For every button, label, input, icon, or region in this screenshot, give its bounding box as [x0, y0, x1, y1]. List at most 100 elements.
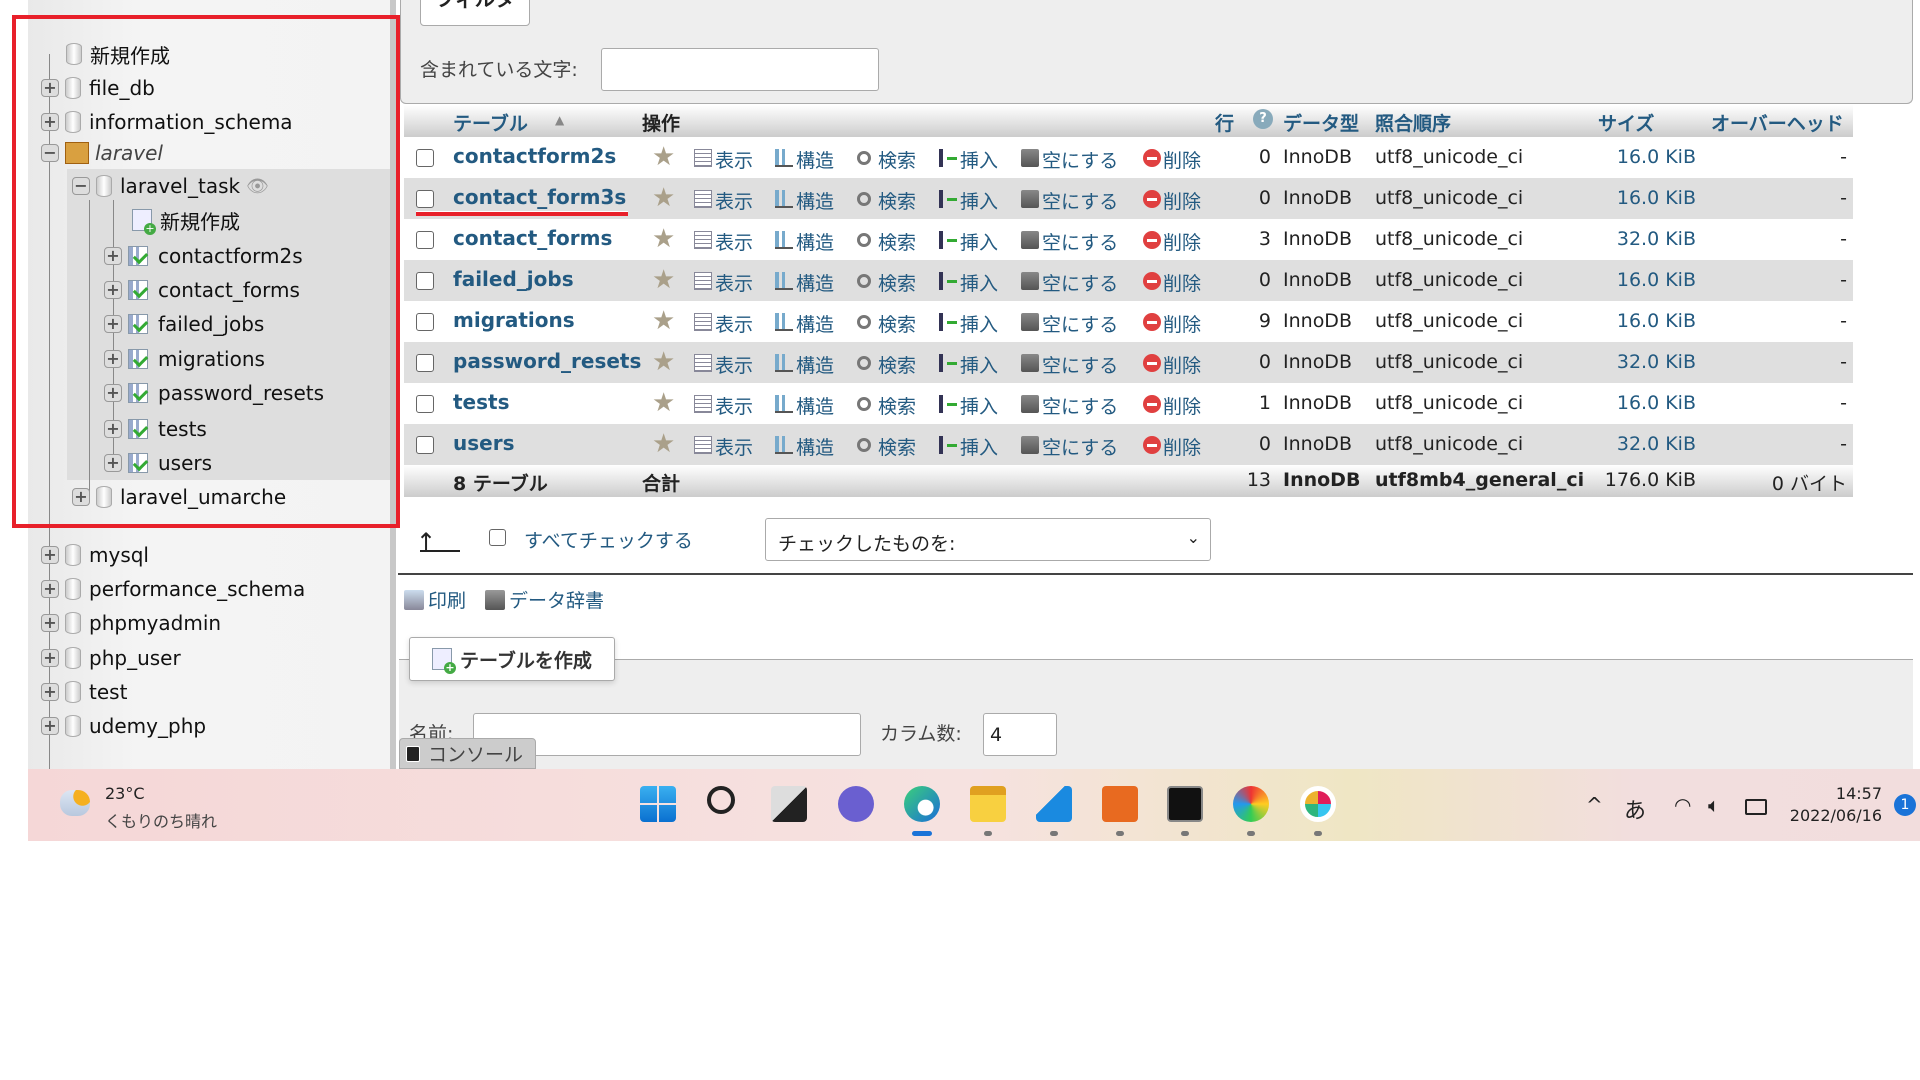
search-icon[interactable]	[857, 192, 871, 206]
insert-icon[interactable]	[939, 272, 957, 290]
star-icon[interactable]: ★	[652, 306, 675, 336]
size[interactable]: 16.0 KiB	[1617, 187, 1696, 209]
size[interactable]: 16.0 KiB	[1617, 269, 1696, 291]
insert-action[interactable]: 挿入	[960, 310, 998, 337]
search-action[interactable]: 検索	[878, 310, 916, 337]
header-rows[interactable]: 行	[1215, 109, 1234, 136]
header-type[interactable]: データ型	[1283, 109, 1359, 136]
browse-icon[interactable]	[694, 231, 712, 249]
empty-action[interactable]: 空にする	[1042, 351, 1118, 378]
structure-action[interactable]: 構造	[796, 187, 834, 214]
table-name-link[interactable]: users	[453, 431, 514, 455]
teams-chat-icon[interactable]	[838, 786, 874, 822]
weather-icon[interactable]	[60, 790, 90, 816]
browse-icon[interactable]	[694, 190, 712, 208]
drop-action[interactable]: 削除	[1163, 351, 1201, 378]
weather-temp[interactable]: 23°C	[105, 784, 145, 803]
size[interactable]: 16.0 KiB	[1617, 392, 1696, 414]
insert-icon[interactable]	[939, 231, 957, 249]
structure-icon[interactable]	[775, 436, 793, 454]
browse-action[interactable]: 表示	[715, 310, 753, 337]
empty-icon[interactable]	[1021, 190, 1039, 208]
create-table-button[interactable]: テーブルを作成	[409, 637, 615, 681]
drop-action[interactable]: 削除	[1163, 228, 1201, 255]
empty-action[interactable]: 空にする	[1042, 269, 1118, 296]
insert-action[interactable]: 挿入	[960, 351, 998, 378]
drop-icon[interactable]	[1143, 231, 1161, 249]
star-icon[interactable]: ★	[652, 265, 675, 295]
search-action[interactable]: 検索	[878, 228, 916, 255]
xampp-icon[interactable]	[1102, 786, 1138, 822]
columns-count-input[interactable]: 4	[983, 713, 1057, 756]
check-all-label[interactable]: すべてチェックする	[524, 526, 693, 553]
insert-action[interactable]: 挿入	[960, 269, 998, 296]
notification-badge[interactable]: 1	[1894, 794, 1916, 816]
search-icon[interactable]	[857, 438, 871, 452]
empty-icon[interactable]	[1021, 231, 1039, 249]
structure-icon[interactable]	[775, 395, 793, 413]
expand-icon[interactable]: +	[41, 683, 59, 701]
clock-time[interactable]: 14:57	[1836, 784, 1882, 803]
battery-icon[interactable]	[1745, 799, 1767, 815]
print-link[interactable]: 印刷	[404, 586, 466, 613]
search-icon[interactable]	[857, 233, 871, 247]
insert-icon[interactable]	[939, 190, 957, 208]
expand-icon[interactable]: +	[41, 546, 59, 564]
search-icon[interactable]	[707, 786, 735, 814]
empty-icon[interactable]	[1021, 395, 1039, 413]
drop-action[interactable]: 削除	[1163, 392, 1201, 419]
insert-action[interactable]: 挿入	[960, 433, 998, 460]
sidebar-item-phpmyadmin[interactable]: + phpmyadmin	[41, 608, 221, 638]
drop-icon[interactable]	[1143, 190, 1161, 208]
structure-icon[interactable]	[775, 313, 793, 331]
row-checkbox[interactable]	[416, 354, 434, 372]
wifi-icon[interactable]: ◠	[1674, 793, 1691, 817]
empty-action[interactable]: 空にする	[1042, 310, 1118, 337]
search-action[interactable]: 検索	[878, 269, 916, 296]
search-action[interactable]: 検索	[878, 146, 916, 173]
search-action[interactable]: 検索	[878, 392, 916, 419]
row-checkbox[interactable]	[416, 231, 434, 249]
header-table[interactable]: テーブル	[453, 109, 528, 136]
browse-icon[interactable]	[694, 272, 712, 290]
weather-desc[interactable]: くもりのち晴れ	[105, 808, 217, 832]
size[interactable]: 32.0 KiB	[1617, 228, 1696, 250]
insert-icon[interactable]	[939, 436, 957, 454]
browse-action[interactable]: 表示	[715, 146, 753, 173]
star-icon[interactable]: ★	[652, 347, 675, 377]
tray-chevron-icon[interactable]: ^	[1586, 793, 1603, 817]
file-explorer-icon[interactable]	[970, 786, 1006, 822]
empty-icon[interactable]	[1021, 272, 1039, 290]
structure-icon[interactable]	[775, 149, 793, 167]
structure-icon[interactable]	[775, 354, 793, 372]
search-icon[interactable]	[857, 274, 871, 288]
search-icon[interactable]	[857, 315, 871, 329]
clock-date[interactable]: 2022/06/16	[1790, 806, 1882, 825]
structure-icon[interactable]	[775, 272, 793, 290]
sidebar-item-test[interactable]: + test	[41, 677, 127, 707]
structure-action[interactable]: 構造	[796, 351, 834, 378]
insert-action[interactable]: 挿入	[960, 146, 998, 173]
filter-input[interactable]	[601, 48, 879, 91]
ime-indicator[interactable]: あ	[1624, 793, 1646, 825]
vscode-icon[interactable]	[1036, 786, 1072, 822]
row-checkbox[interactable]	[416, 436, 434, 454]
browse-icon[interactable]	[694, 354, 712, 372]
windows-start-icon[interactable]	[640, 786, 676, 822]
search-icon[interactable]	[857, 397, 871, 411]
empty-icon[interactable]	[1021, 313, 1039, 331]
insert-icon[interactable]	[939, 149, 957, 167]
row-checkbox[interactable]	[416, 395, 434, 413]
size[interactable]: 32.0 KiB	[1617, 351, 1696, 373]
header-size[interactable]: サイズ	[1598, 109, 1654, 136]
structure-icon[interactable]	[775, 190, 793, 208]
browse-icon[interactable]	[694, 436, 712, 454]
terminal-icon[interactable]	[1167, 786, 1203, 822]
drop-icon[interactable]	[1143, 313, 1161, 331]
browse-action[interactable]: 表示	[715, 187, 753, 214]
insert-icon[interactable]	[939, 313, 957, 331]
structure-action[interactable]: 構造	[796, 310, 834, 337]
star-icon[interactable]: ★	[652, 224, 675, 254]
empty-action[interactable]: 空にする	[1042, 146, 1118, 173]
console-tab[interactable]: コンソール	[399, 738, 536, 769]
